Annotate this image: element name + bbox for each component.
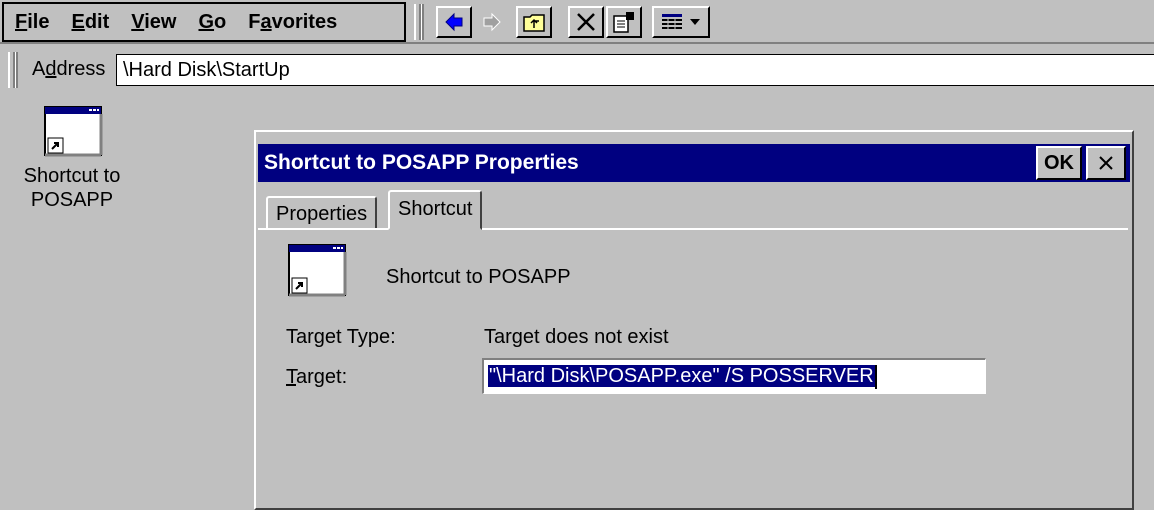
- delete-x-icon: [577, 13, 595, 31]
- tab-strip: Properties Shortcut: [258, 190, 1130, 230]
- forward-button[interactable]: [474, 6, 510, 38]
- views-list-icon: [662, 14, 682, 29]
- properties-icon: [613, 12, 634, 33]
- forward-arrow-icon: [483, 12, 501, 32]
- properties-button[interactable]: [606, 6, 642, 38]
- target-type-value: Target does not exist: [484, 326, 669, 348]
- back-button[interactable]: [436, 6, 472, 38]
- shortcut-window-icon: [288, 244, 347, 297]
- address-label: Address: [32, 58, 106, 80]
- menu-toolbar-bar: File Edit View Go Favorites: [0, 0, 1154, 44]
- shortcut-window-icon: [44, 106, 103, 157]
- dialog-title-bar[interactable]: Shortcut to POSAPP Properties OK: [258, 144, 1130, 182]
- address-bar: Address: [0, 46, 1154, 96]
- menu-file[interactable]: File: [4, 4, 60, 40]
- shortcut-properties-dialog: Shortcut to POSAPP Properties OK Propert…: [254, 130, 1134, 510]
- up-folder-icon: [523, 14, 545, 32]
- delete-button[interactable]: [568, 6, 604, 38]
- text-caret: [874, 364, 877, 389]
- menu-view[interactable]: View: [120, 4, 187, 40]
- desktop-shortcut[interactable]: Shortcut to POSAPP: [6, 104, 138, 220]
- toolbar-grip[interactable]: [414, 4, 424, 40]
- address-input[interactable]: [116, 54, 1154, 86]
- menu-bar: File Edit View Go Favorites: [2, 2, 406, 42]
- tab-shortcut[interactable]: Shortcut: [388, 190, 483, 230]
- target-label: Target:: [286, 366, 348, 388]
- close-button[interactable]: [1086, 146, 1126, 180]
- dialog-title: Shortcut to POSAPP Properties: [264, 151, 579, 174]
- target-input-selection: "\Hard Disk\POSAPP.exe" /S POSSERVER: [488, 365, 875, 387]
- ok-button[interactable]: OK: [1036, 146, 1082, 180]
- shortcut-name: Shortcut to POSAPP: [386, 266, 571, 288]
- target-type-label: Target Type:: [286, 326, 396, 348]
- back-arrow-icon: [445, 12, 463, 32]
- tab-properties[interactable]: Properties: [266, 196, 378, 230]
- desktop-shortcut-label: Shortcut to POSAPP: [23, 165, 121, 211]
- views-button[interactable]: [652, 6, 710, 38]
- menu-edit[interactable]: Edit: [60, 4, 120, 40]
- menu-go[interactable]: Go: [187, 4, 237, 40]
- close-icon: [1099, 156, 1113, 170]
- address-grip[interactable]: [8, 52, 18, 88]
- chevron-down-icon: [690, 19, 700, 25]
- target-input[interactable]: "\Hard Disk\POSAPP.exe" /S POSSERVER: [482, 358, 986, 394]
- up-folder-button[interactable]: [516, 6, 552, 38]
- menu-favorites[interactable]: Favorites: [237, 4, 348, 40]
